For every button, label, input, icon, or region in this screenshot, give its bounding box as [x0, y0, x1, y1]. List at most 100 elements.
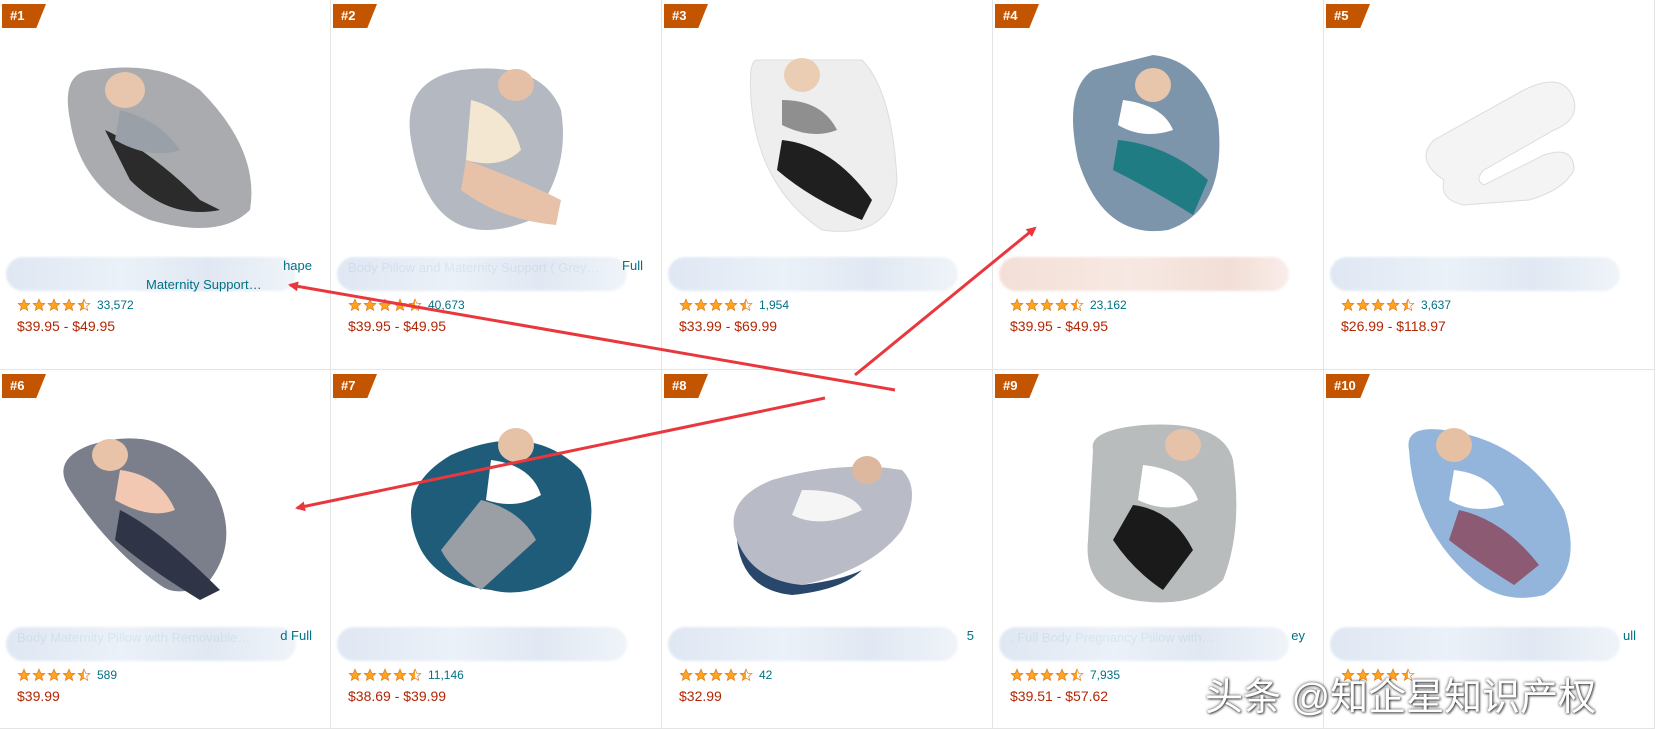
review-count[interactable]: 1,954 [759, 298, 789, 312]
product-image[interactable] [0, 30, 331, 255]
star-rating[interactable]: 11,146 [348, 667, 464, 683]
visible-title-fragment[interactable]: hape [283, 258, 312, 273]
star-rating[interactable]: 1,954 [679, 297, 789, 313]
review-count[interactable]: 11,146 [428, 668, 464, 682]
stars-group [1341, 298, 1415, 312]
star-icon [679, 298, 693, 312]
product-image-container[interactable] [1324, 30, 1655, 255]
redaction-blur [6, 627, 296, 661]
star-icon [408, 298, 422, 312]
star-icon [1341, 298, 1355, 312]
product-image-container[interactable] [331, 30, 662, 255]
redaction-blur [337, 257, 627, 291]
rank-badge: #7 [333, 374, 377, 398]
review-count[interactable]: 33,572 [97, 298, 134, 312]
star-rating[interactable]: 589 [17, 667, 117, 683]
product-image[interactable] [993, 30, 1324, 255]
star-icon [62, 298, 76, 312]
redaction-blur [1330, 257, 1620, 291]
rank-badge: #2 [333, 4, 377, 28]
product-image-container[interactable] [1324, 400, 1655, 625]
review-count[interactable]: 23,162 [1090, 298, 1127, 312]
star-icon [739, 668, 753, 682]
stars-group [1010, 668, 1084, 682]
star-icon [77, 298, 91, 312]
product-card[interactable]: #4 23,162 $39.95 - $49.95 [993, 0, 1324, 370]
stars-group [348, 668, 422, 682]
product-card[interactable]: #5 3,637 $26.99 - $118.97 [1324, 0, 1655, 370]
product-image-container[interactable] [993, 30, 1324, 255]
product-image[interactable] [331, 30, 662, 255]
star-icon [77, 668, 91, 682]
redaction-blur [668, 257, 958, 291]
product-image[interactable] [0, 400, 331, 625]
star-icon [694, 668, 708, 682]
star-rating[interactable]: 3,637 [1341, 297, 1451, 313]
star-rating[interactable]: 23,162 [1010, 297, 1127, 313]
product-price: $32.99 [679, 688, 722, 704]
redaction-blur [999, 627, 1289, 661]
product-grid: #1 hape Maternity Support… 33,572 $39.95 - $… [0, 0, 1656, 729]
visible-title-fragment[interactable]: ull [1623, 628, 1636, 643]
stars-group [679, 668, 753, 682]
star-icon [32, 298, 46, 312]
watermark-text: 头条 @知企星知识产权 [1205, 677, 1597, 719]
product-price: $39.99 [17, 688, 60, 704]
product-image-container[interactable] [662, 30, 993, 255]
rank-badge: #8 [664, 374, 708, 398]
product-image[interactable] [993, 400, 1324, 625]
star-icon [378, 298, 392, 312]
product-image-container[interactable] [993, 400, 1324, 625]
star-rating[interactable]: 40,673 [348, 297, 465, 313]
visible-title-fragment[interactable]: Full [622, 258, 643, 273]
star-icon [1025, 298, 1039, 312]
star-rating[interactable]: 7,935 [1010, 667, 1120, 683]
star-icon [1010, 298, 1024, 312]
visible-title-fragment[interactable]: 5 [967, 628, 974, 643]
visible-title-fragment[interactable]: d Full [280, 628, 312, 643]
product-image-container[interactable] [331, 400, 662, 625]
star-icon [348, 668, 362, 682]
star-icon [1356, 298, 1370, 312]
product-price: $39.51 - $57.62 [1010, 688, 1109, 704]
product-card[interactable]: #1 hape Maternity Support… 33,572 $39.95 - $… [0, 0, 331, 370]
visible-title-fragment[interactable]: Maternity Support… [146, 277, 262, 292]
product-price: $39.95 - $49.95 [1010, 318, 1109, 334]
star-rating[interactable]: 33,572 [17, 297, 134, 313]
redaction-blur [337, 627, 627, 661]
star-icon [1401, 298, 1415, 312]
product-price: $38.69 - $39.99 [348, 688, 447, 704]
product-card[interactable]: #7 11,146 $38.69 - $39.99 [331, 370, 662, 729]
star-icon [1010, 668, 1024, 682]
product-card[interactable]: #3 1,954 $33.99 - $69.99 [662, 0, 993, 370]
stars-group [348, 298, 422, 312]
product-image[interactable] [331, 400, 662, 625]
review-count[interactable]: 40,673 [428, 298, 465, 312]
product-image-container[interactable] [0, 30, 331, 255]
star-icon [709, 668, 723, 682]
visible-title-fragment[interactable]: ey [1291, 628, 1305, 643]
product-image[interactable] [662, 400, 993, 625]
product-image[interactable] [1324, 400, 1655, 625]
rank-badge: #1 [2, 4, 46, 28]
product-card[interactable]: #8 5 42 $32.99 [662, 370, 993, 729]
rank-badge: #6 [2, 374, 46, 398]
product-card[interactable]: #2Body Pillow and Maternity Support ( Gr… [331, 0, 662, 370]
product-image[interactable] [1324, 30, 1655, 255]
product-image-container[interactable] [0, 400, 331, 625]
star-rating[interactable]: 42 [679, 667, 772, 683]
star-icon [393, 298, 407, 312]
product-card[interactable]: #6Body Maternity Pillow with Removable…d… [0, 370, 331, 729]
star-icon [393, 668, 407, 682]
rank-badge: #3 [664, 4, 708, 28]
review-count[interactable]: 3,637 [1421, 298, 1451, 312]
product-image-container[interactable] [662, 400, 993, 625]
review-count[interactable]: 42 [759, 668, 772, 682]
rank-badge: #9 [995, 374, 1039, 398]
star-icon [709, 298, 723, 312]
review-count[interactable]: 589 [97, 668, 117, 682]
star-icon [679, 668, 693, 682]
review-count[interactable]: 7,935 [1090, 668, 1120, 682]
star-icon [378, 668, 392, 682]
product-image[interactable] [662, 30, 993, 255]
